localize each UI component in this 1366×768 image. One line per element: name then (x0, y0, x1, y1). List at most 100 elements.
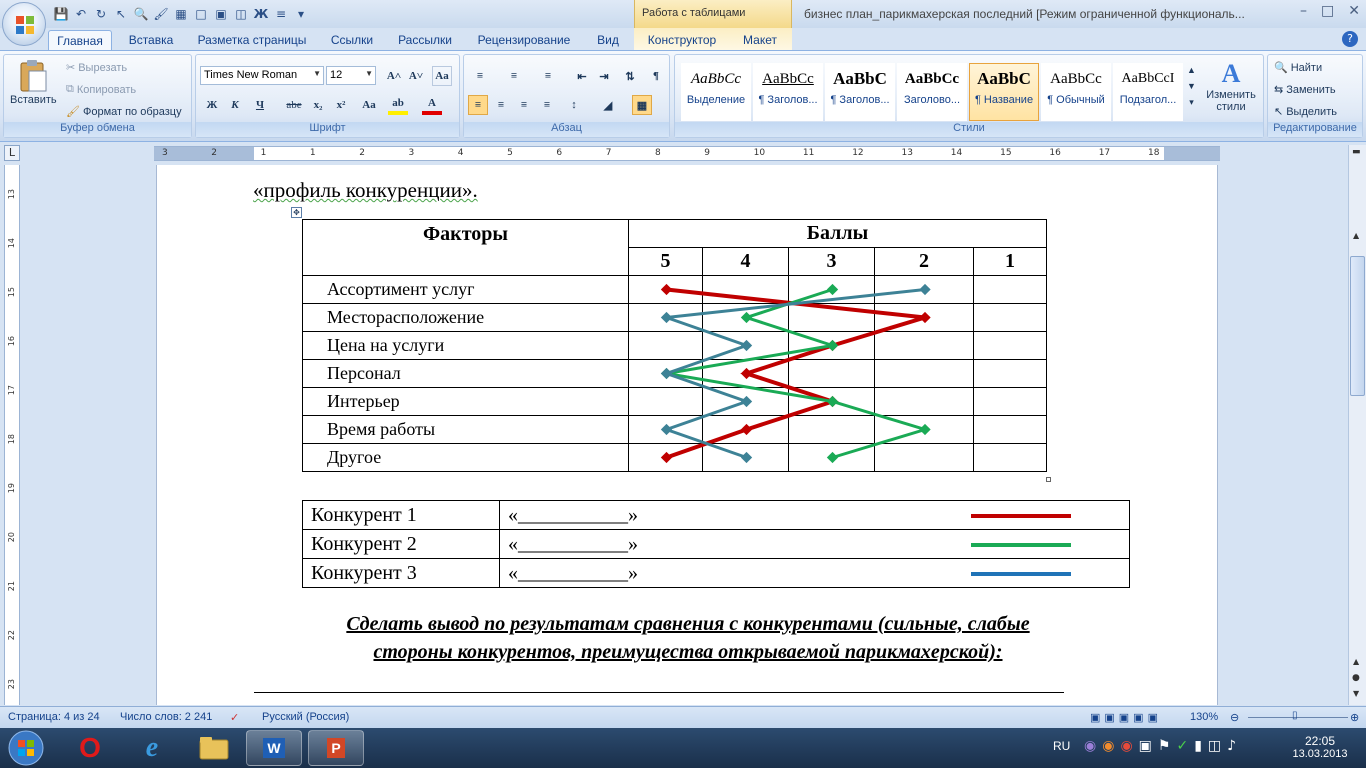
select-icon[interactable]: ↖ (112, 5, 130, 23)
taskbar-opera[interactable]: O (62, 730, 118, 766)
page-indicator[interactable]: Страница: 4 из 24 (8, 711, 100, 723)
font-color-icon[interactable]: A (422, 95, 442, 115)
numbering-icon[interactable]: ≡ (504, 66, 524, 86)
horizontal-ruler[interactable]: 3 2 1 1 2 3 4 5 6 7 8 9 10 11 12 13 14 15 16 17 18 (154, 146, 1220, 161)
page-icon[interactable]: □ (192, 5, 210, 23)
taskbar-word[interactable]: W (246, 730, 302, 766)
network-signal-icon[interactable]: ▮ (1194, 738, 1202, 754)
line-spacing-quick-icon[interactable]: ≡ (272, 5, 290, 23)
paste-button[interactable]: Вставить (10, 59, 57, 106)
scroll-up-icon[interactable]: ▲ (1187, 65, 1196, 75)
start-button[interactable] (0, 730, 52, 766)
zoom-in-icon[interactable]: ⊕ (1350, 711, 1359, 724)
find-button[interactable]: 🔍 Найти (1274, 61, 1322, 75)
borders-icon[interactable]: ▦ (632, 95, 652, 115)
style-normal[interactable]: AaBbCc ¶ Обычный (1041, 63, 1111, 121)
tab-design[interactable]: Конструктор (640, 30, 724, 50)
align-right-icon[interactable]: ≡ (514, 95, 534, 115)
tab-selector[interactable]: L (4, 145, 20, 161)
tab-view[interactable]: Вид (590, 30, 626, 50)
taskbar-explorer[interactable] (186, 730, 242, 766)
underline-button[interactable]: Ч (250, 95, 270, 115)
justify-icon[interactable]: ≡ (537, 95, 557, 115)
spelling-check-icon[interactable]: ✓ (230, 711, 239, 724)
subscript-button[interactable]: x₂ (308, 95, 328, 115)
decrease-indent-icon[interactable]: ⇤ (572, 66, 592, 86)
print-preview-icon[interactable]: ◫ (232, 5, 250, 23)
table-resize-handle[interactable] (1046, 477, 1051, 482)
highlight-icon[interactable]: ab (388, 95, 408, 115)
taskbar-powerpoint[interactable]: P (308, 730, 364, 766)
show-formatting-icon[interactable]: ¶ (646, 66, 666, 86)
bold-quick-icon[interactable]: Ж (252, 5, 270, 23)
style-heading-3[interactable]: AaBbCc Заголово... (897, 63, 967, 121)
bullets-icon[interactable]: ≡ (470, 66, 490, 86)
format-painter-icon[interactable]: 🖌 (152, 5, 170, 23)
language-indicator[interactable]: Русский (Россия) (262, 711, 349, 723)
help-icon[interactable]: ? (1342, 31, 1358, 47)
battery-icon[interactable]: ◫ (1208, 738, 1221, 754)
style-heading-2[interactable]: AaBbC ¶ Заголов... (825, 63, 895, 121)
tab-page-layout[interactable]: Разметка страницы (190, 30, 314, 50)
tray-firefox-icon[interactable]: ◉ (1102, 738, 1114, 754)
zoom-slider-thumb[interactable]: ▯ (1292, 710, 1298, 721)
word-count[interactable]: Число слов: 2 241 (120, 711, 212, 723)
redo-icon[interactable]: ↻ (92, 5, 110, 23)
multilevel-list-icon[interactable]: ≡ (538, 66, 558, 86)
select-button[interactable]: ↖ Выделить (1274, 105, 1337, 119)
tray-device-icon[interactable]: ▣ (1139, 738, 1152, 754)
change-case-button[interactable]: Aa (356, 95, 382, 115)
tab-mailings[interactable]: Рассылки (392, 30, 458, 50)
tray-update-icon[interactable]: ✓ (1176, 738, 1188, 754)
copy-button[interactable]: ⧉ Копировать (66, 83, 136, 96)
tab-layout[interactable]: Макет (734, 30, 786, 50)
bold-button[interactable]: Ж (202, 95, 222, 115)
close-icon[interactable]: ✕ (1348, 3, 1360, 19)
language-bar[interactable]: RU (1053, 739, 1070, 753)
style-title[interactable]: AaBbC ¶ Название (969, 63, 1039, 121)
scroll-thumb[interactable] (1350, 256, 1365, 396)
cut-button[interactable]: ✂ Вырезать (66, 61, 127, 75)
italic-button[interactable]: К (225, 95, 245, 115)
zoom-out-icon[interactable]: ⊖ (1230, 711, 1239, 724)
increase-indent-icon[interactable]: ⇥ (594, 66, 614, 86)
style-subtitle[interactable]: AaBbCcI Подзагол... (1113, 63, 1183, 121)
change-styles-button[interactable]: A Изменить стили (1201, 59, 1261, 113)
maximize-icon[interactable]: □ (1321, 3, 1334, 19)
vertical-ruler[interactable]: 13 14 15 16 17 18 19 20 21 22 23 (4, 165, 20, 705)
align-center-icon[interactable]: ≡ (491, 95, 511, 115)
action-center-flag-icon[interactable]: ⚑ (1158, 738, 1171, 754)
scroll-up-icon[interactable]: ▲ (1353, 231, 1359, 240)
qat-dropdown-icon[interactable]: ▾ (292, 5, 310, 23)
table-icon[interactable]: ▦ (172, 5, 190, 23)
tab-references[interactable]: Ссылки (322, 30, 382, 50)
next-page-icon[interactable]: ▼ (1353, 689, 1359, 698)
superscript-button[interactable]: x² (331, 95, 351, 115)
line-spacing-icon[interactable]: ↕ (564, 95, 584, 115)
clear-format-icon[interactable]: Aa (432, 66, 452, 86)
tab-review[interactable]: Рецензирование (468, 30, 580, 50)
replace-button[interactable]: ⇆ Заменить (1274, 83, 1336, 97)
split-icon[interactable]: ▬ (1352, 147, 1361, 157)
zoom-icon[interactable]: ▣ (212, 5, 230, 23)
tray-app-icon[interactable]: ◉ (1084, 738, 1096, 754)
clock[interactable]: 22:05 13.03.2013 (1286, 734, 1354, 760)
styles-scroll[interactable]: ▲ ▼ ▾ (1187, 65, 1196, 108)
browse-object-icon[interactable]: ● (1352, 673, 1360, 683)
save-icon[interactable]: 💾 (52, 5, 70, 23)
style-emphasis[interactable]: AaBbCc Выделение (681, 63, 751, 121)
scroll-down-icon[interactable]: ▼ (1187, 81, 1196, 91)
document-page[interactable]: «профиль конкуренции». ✥ Факторы Баллы 5… (156, 165, 1218, 705)
font-name-combo[interactable]: Times New Roman ▼ (200, 66, 324, 85)
office-button[interactable] (2, 2, 46, 46)
zoom-slider[interactable] (1248, 717, 1348, 718)
tray-utility-icon[interactable]: ◉ (1120, 738, 1132, 754)
minimize-icon[interactable]: – (1300, 3, 1307, 19)
undo-icon[interactable]: ↶ (72, 5, 90, 23)
grow-font-icon[interactable]: A˄ (384, 66, 404, 86)
taskbar-ie[interactable]: e (124, 730, 180, 766)
sort-icon[interactable]: ⇅ (620, 66, 640, 86)
tab-home[interactable]: Главная (48, 30, 112, 50)
zoom-level[interactable]: 130% (1190, 711, 1218, 723)
format-painter-button[interactable]: 🖌 Формат по образцу (66, 105, 182, 119)
